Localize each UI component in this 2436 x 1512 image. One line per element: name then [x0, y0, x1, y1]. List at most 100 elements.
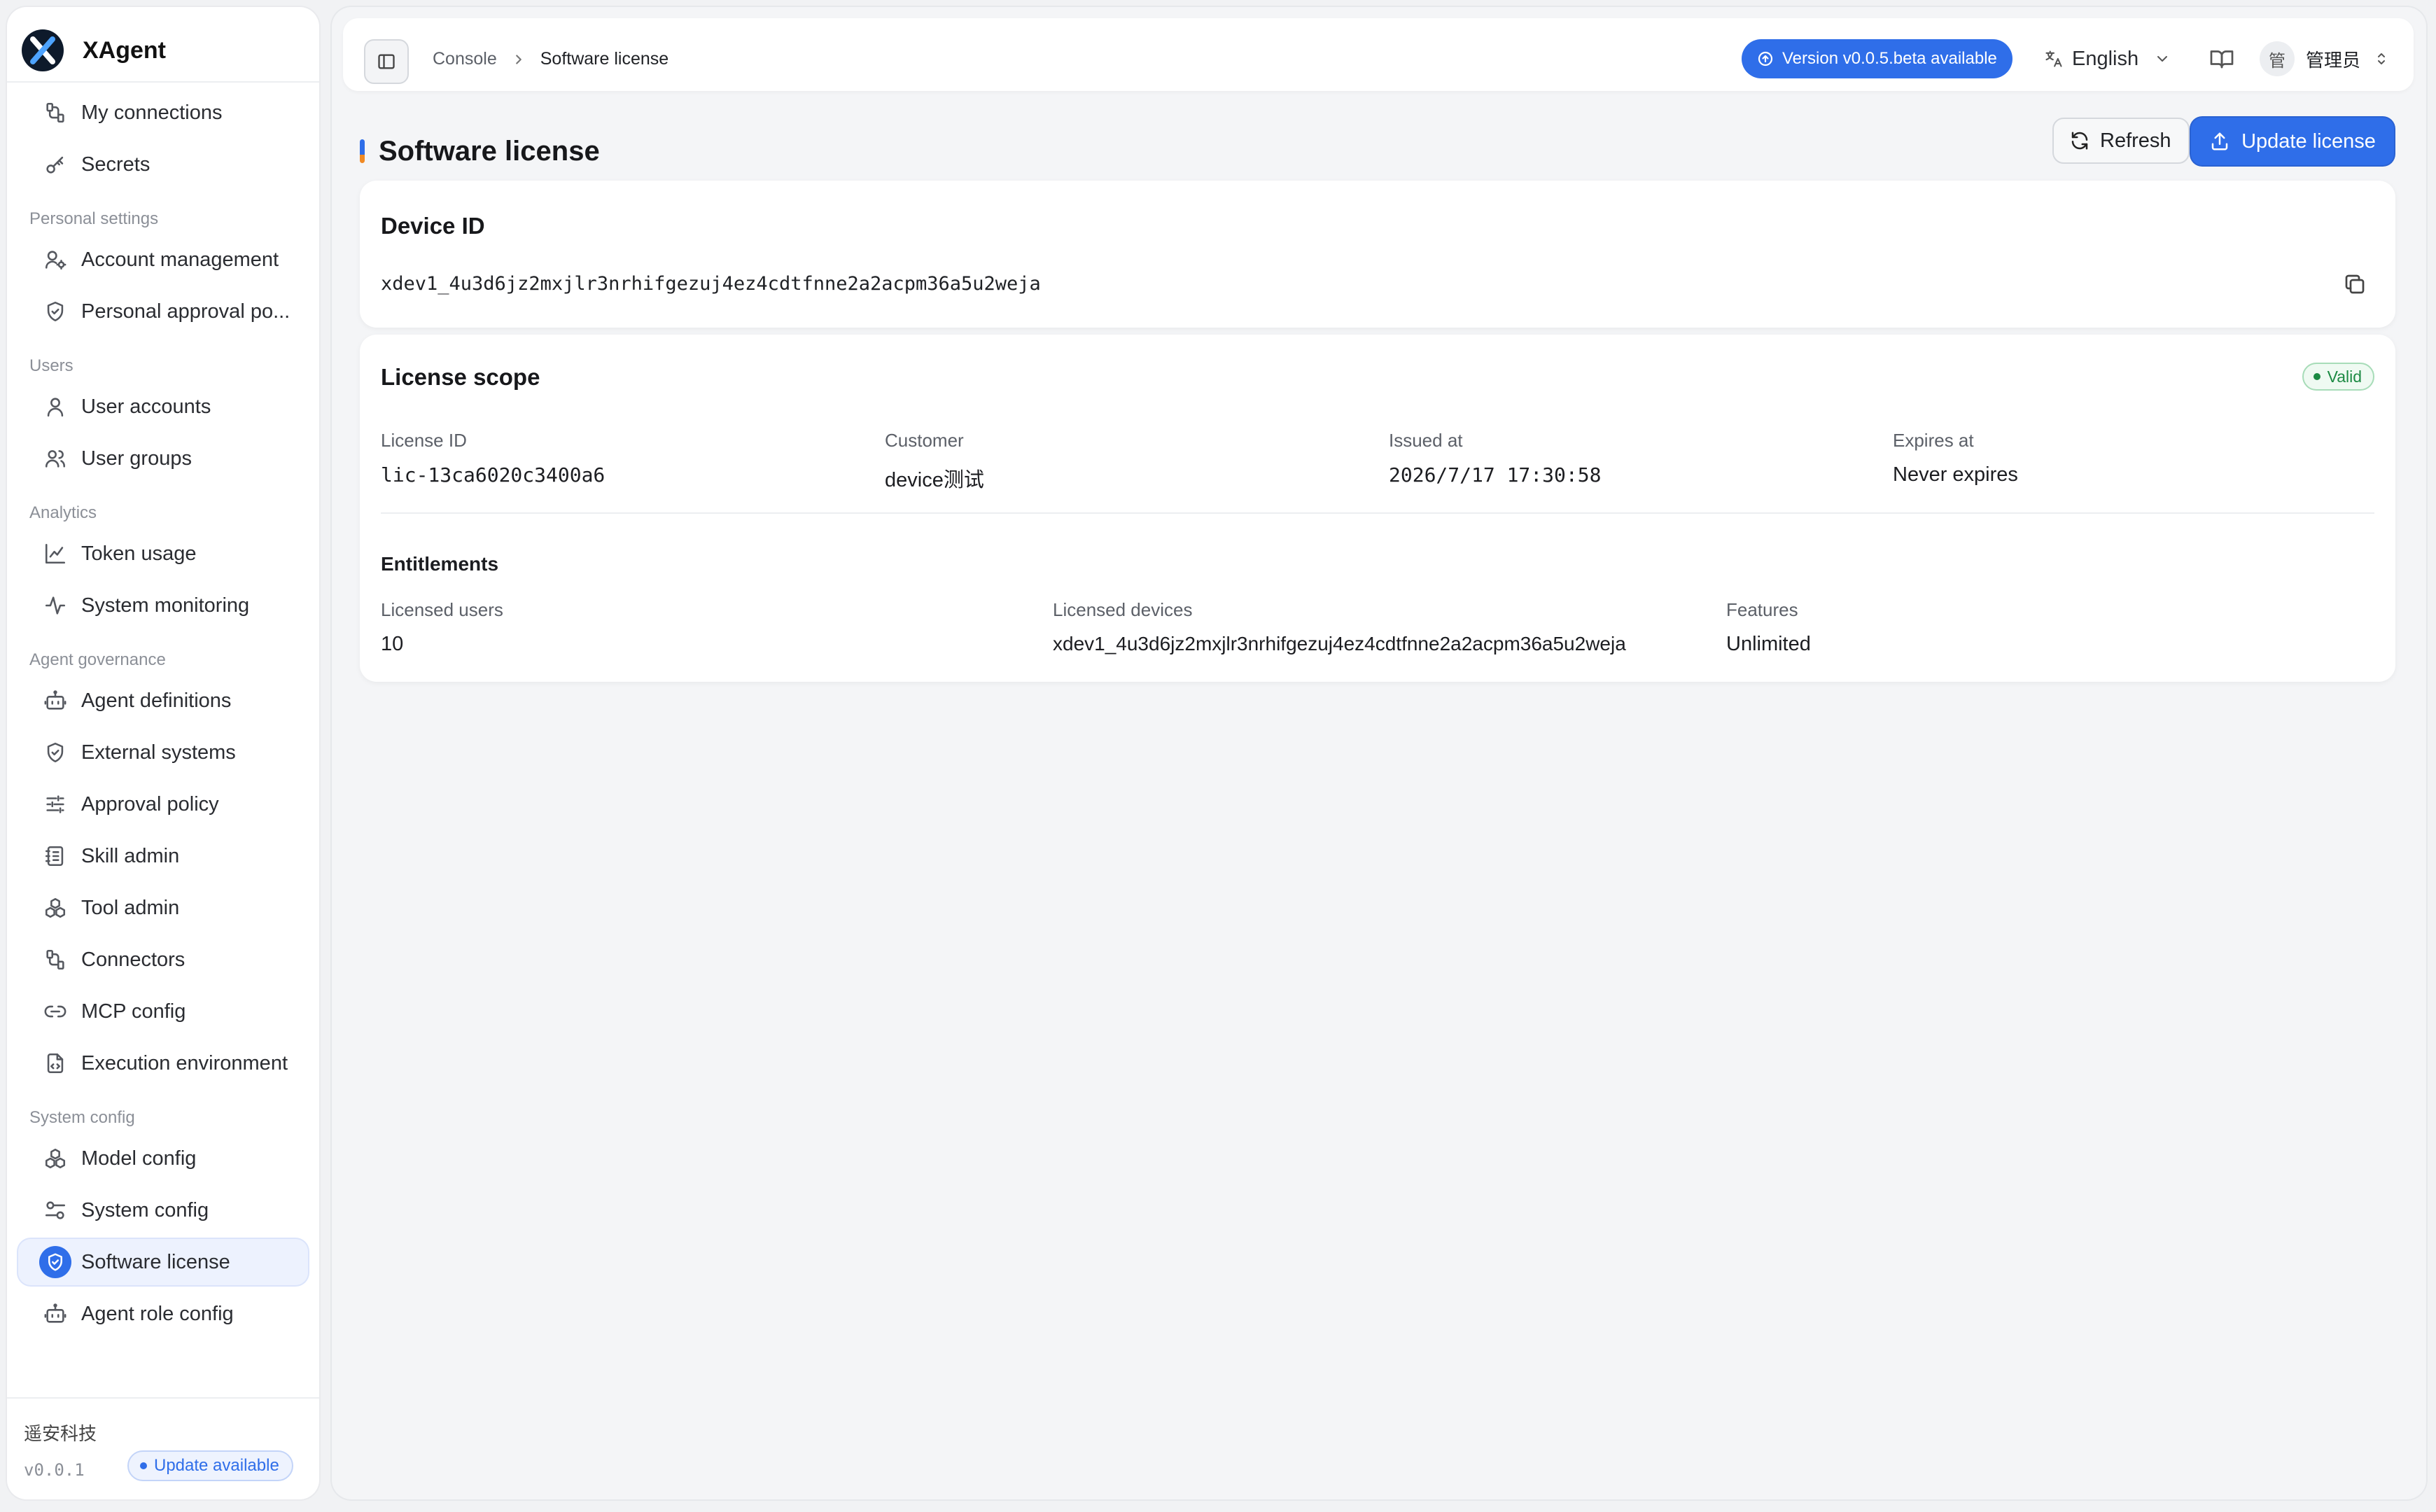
- customer-label: Customer: [885, 430, 964, 451]
- connections-icon: [46, 102, 64, 123]
- sidebar: XAgent My connections Secrets Personal s…: [7, 7, 319, 1499]
- docs-book-icon[interactable]: [2209, 46, 2234, 71]
- sidebar-item-tool-admin[interactable]: Tool admin: [18, 885, 308, 931]
- refresh-icon: [2071, 132, 2088, 150]
- sidebar-item-label: User accounts: [81, 395, 211, 418]
- sidebar-item-label: Skill admin: [81, 844, 180, 867]
- sidebar-item-personal-approval-policy[interactable]: Personal approval po...: [18, 288, 308, 335]
- sidebar-item-label: Account management: [81, 248, 279, 271]
- chevron-down-icon: [2157, 56, 2168, 62]
- upload-icon: [2211, 132, 2228, 150]
- sidebar-item-user-accounts[interactable]: User accounts: [18, 384, 308, 430]
- language-select[interactable]: English: [2044, 43, 2171, 74]
- panel-left-icon: [378, 54, 395, 69]
- breadcrumb: Console Software license: [433, 49, 668, 69]
- sidebar-item-label: Secrets: [81, 153, 150, 176]
- license-scope-card: License scope Valid License ID lic-13ca6…: [360, 335, 2395, 682]
- users-icon: [45, 450, 66, 468]
- boxes-icon: [45, 1148, 66, 1169]
- sidebar-item-skill-admin[interactable]: Skill admin: [18, 833, 308, 879]
- sidebar-item-label: Token usage: [81, 542, 197, 565]
- bot-icon: [44, 690, 66, 710]
- circle-arrow-up-icon: [1758, 51, 1773, 66]
- sidebar-item-external-systems[interactable]: External systems: [18, 729, 308, 776]
- sidebar-item-account-management[interactable]: Account management: [18, 237, 308, 283]
- breadcrumb-console-link[interactable]: Console: [433, 49, 497, 69]
- shield-check-icon: [48, 1253, 62, 1271]
- device-id-value: xdev1_4u3d6jz2mxjlr3nrhifgezuj4ez4cdtfnn…: [381, 273, 1041, 295]
- sidebar-item-label: User groups: [81, 447, 192, 470]
- key-icon: [46, 156, 64, 174]
- sidebar-item-model-config[interactable]: Model config: [18, 1135, 308, 1182]
- boxes-icon: [45, 897, 66, 918]
- brand[interactable]: XAgent: [21, 22, 166, 78]
- user-cog-icon: [45, 251, 66, 270]
- refresh-label: Refresh: [2100, 129, 2171, 152]
- page-title: Software license: [379, 135, 600, 167]
- sidebar-item-user-groups[interactable]: User groups: [18, 435, 308, 482]
- sidebar-item-agent-role-config[interactable]: Agent role config: [18, 1291, 308, 1337]
- sidebar-item-label: Approval policy: [81, 792, 219, 816]
- divider: [7, 81, 319, 83]
- chevron-right-icon: [515, 54, 522, 64]
- chevron-up-down-icon: [2378, 53, 2386, 64]
- sidebar-item-connectors[interactable]: Connectors: [18, 937, 308, 983]
- version-available-button[interactable]: Version v0.0.5.beta available: [1742, 39, 2012, 78]
- sidebar-item-system-monitoring[interactable]: System monitoring: [18, 582, 308, 629]
- main-panel: Console Software license Version v0.0.5.…: [332, 7, 2426, 1499]
- licensed-users-label: Licensed users: [381, 599, 503, 620]
- connections-icon: [46, 949, 64, 970]
- sidebar-toggle-button[interactable]: [364, 39, 409, 84]
- expires-at-label: Expires at: [1893, 430, 1974, 451]
- licensed-devices-value: xdev1_4u3d6jz2mxjlr3nrhifgezuj4ez4cdtfnn…: [1053, 633, 1626, 654]
- sidebar-item-agent-definitions[interactable]: Agent definitions: [18, 678, 308, 724]
- user-menu[interactable]: 管 管理员: [2260, 38, 2390, 80]
- divider: [381, 512, 2374, 514]
- nav-group-users: Users: [29, 356, 74, 375]
- sidebar-item-my-connections[interactable]: My connections: [18, 90, 308, 136]
- entitlements-title: Entitlements: [381, 553, 499, 575]
- update-license-label: Update license: [2241, 130, 2376, 153]
- avatar: 管: [2260, 41, 2295, 76]
- expires-at-value: Never expires: [1893, 463, 2018, 486]
- sidebar-item-label: Connectors: [81, 948, 186, 971]
- refresh-button[interactable]: Refresh: [2052, 118, 2190, 164]
- sidebar-item-software-license[interactable]: Software license: [18, 1239, 308, 1285]
- sidebar-item-token-usage[interactable]: Token usage: [18, 531, 308, 577]
- update-license-button[interactable]: Update license: [2191, 118, 2394, 165]
- app-version: v0.0.1: [24, 1460, 85, 1480]
- sidebar-item-label: Tool admin: [81, 896, 180, 919]
- notebook-icon: [45, 846, 64, 867]
- nav-group-personal-settings: Personal settings: [29, 209, 159, 228]
- sidebar-item-label: System config: [81, 1198, 209, 1222]
- sidebar-item-label: Agent definitions: [81, 689, 232, 712]
- activity-icon: [45, 596, 66, 615]
- sidebar-item-label: External systems: [81, 741, 236, 764]
- sidebar-item-label: Software license: [81, 1250, 230, 1273]
- sidebar-item-label: Personal approval po...: [81, 300, 290, 323]
- copy-icon[interactable]: [2342, 272, 2367, 297]
- licensed-devices-label: Licensed devices: [1053, 599, 1193, 620]
- sidebar-item-execution-environment[interactable]: Execution environment: [18, 1040, 308, 1086]
- status-label: Valid: [2327, 367, 2362, 386]
- sidebar-item-approval-policy[interactable]: Approval policy: [18, 781, 308, 827]
- nav-group-agent-governance: Agent governance: [29, 650, 166, 669]
- license-id-label: License ID: [381, 430, 467, 451]
- bot-icon: [44, 1303, 66, 1323]
- sliders-icon: [46, 795, 64, 813]
- status-dot: [140, 1462, 147, 1469]
- translate-icon: [2045, 50, 2062, 67]
- features-label: Features: [1726, 599, 1798, 620]
- sidebar-item-system-config[interactable]: System config: [18, 1187, 308, 1233]
- sidebar-item-mcp-config[interactable]: MCP config: [18, 988, 308, 1035]
- status-dot: [2313, 373, 2320, 380]
- nav-group-system-config: System config: [29, 1108, 135, 1127]
- page-header: Software license: [360, 130, 600, 172]
- company-name: 遥安科技: [24, 1423, 97, 1444]
- xagent-logo-icon: [22, 29, 64, 71]
- shield-check-icon: [47, 301, 64, 322]
- sidebar-item-secrets[interactable]: Secrets: [18, 141, 308, 188]
- sidebar-nav: My connections Secrets Personal settings…: [7, 90, 319, 1343]
- update-available-badge[interactable]: Update available: [127, 1450, 293, 1481]
- card-title: License scope: [381, 364, 540, 390]
